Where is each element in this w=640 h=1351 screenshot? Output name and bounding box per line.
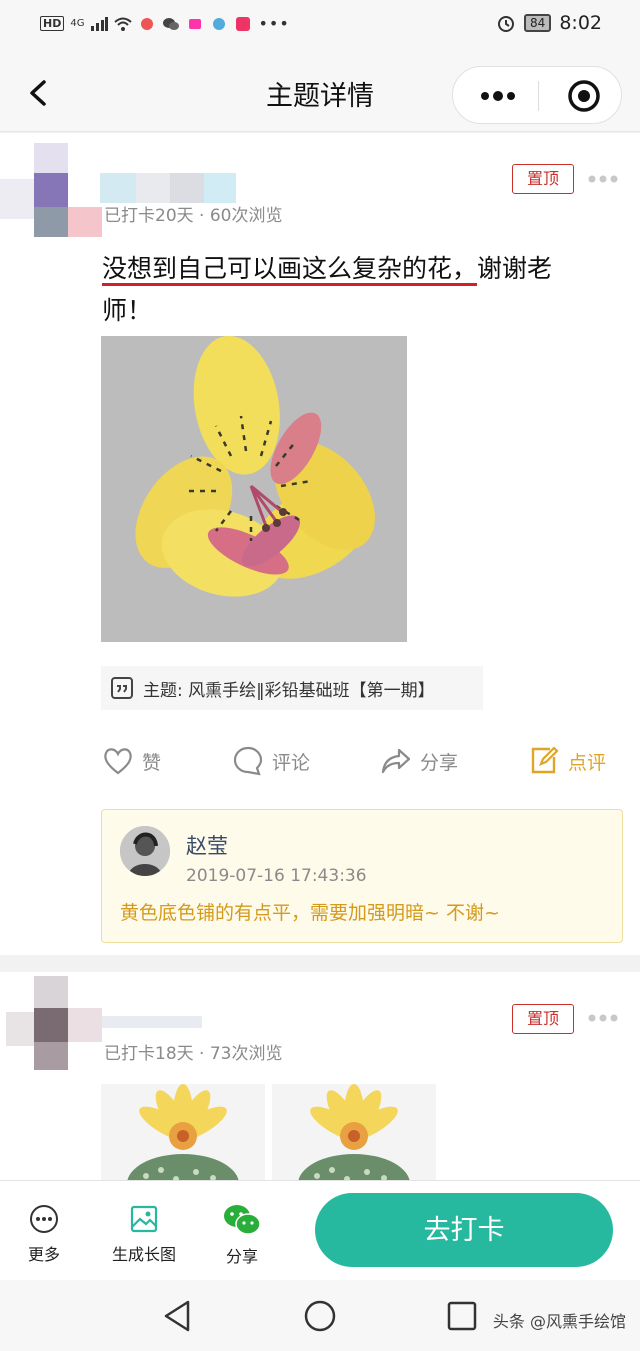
- more-notifications-icon: •••: [258, 14, 290, 33]
- post-meta: 已打卡20天 · 60次浏览: [104, 206, 283, 226]
- system-navigation-bar: 头条 @风熏手绘馆: [0, 1280, 640, 1351]
- more-button[interactable]: 更多: [28, 1203, 60, 1265]
- flower-drawing-image[interactable]: [101, 336, 407, 642]
- share-button[interactable]: 分享: [380, 745, 458, 777]
- comment-label: 评论: [272, 751, 311, 774]
- post-text: 没想到自己可以画这么复杂的花，谢谢老师！: [102, 248, 602, 332]
- heart-icon: [104, 748, 132, 775]
- bottom-toolbar: 更多 生成长图 分享 去打卡: [0, 1180, 640, 1280]
- close-miniprogram-icon[interactable]: [567, 79, 601, 113]
- more-menu-icon[interactable]: [473, 81, 523, 111]
- pinned-badge: 置顶: [512, 164, 574, 194]
- post-text-highlight: 没想到自己可以画这么复杂的花，: [102, 254, 478, 286]
- pinned-badge: 置顶: [512, 1004, 574, 1034]
- post-card: 置顶 已打卡20天 · 60次浏览 没想到自己可以画这么复杂的花，谢谢老师！ 主…: [0, 133, 640, 955]
- wechat-share-button[interactable]: 分享: [222, 1203, 262, 1267]
- post-meta: 已打卡18天 · 73次浏览: [104, 1044, 283, 1064]
- status-bar: HD 4G ••• 84 8:02: [0, 0, 640, 52]
- more-label: 更多: [28, 1245, 61, 1264]
- comment-timestamp: 2019-07-16 17:43:36: [186, 866, 367, 886]
- app2-notification-icon: [189, 18, 202, 29]
- long-image-label: 生成长图: [112, 1245, 177, 1264]
- cactus-drawing-image[interactable]: [101, 1084, 265, 1182]
- wechat-notification-icon: [163, 17, 180, 30]
- share-label: 分享: [225, 1247, 258, 1266]
- review-button[interactable]: 点评: [528, 745, 606, 777]
- checkin-button[interactable]: 去打卡: [315, 1193, 613, 1267]
- nav-bar: 主题详情: [0, 52, 640, 132]
- battery-level: 84: [524, 14, 552, 32]
- post-more-icon[interactable]: [588, 1013, 618, 1023]
- wifi-icon: [114, 17, 133, 31]
- comment-button[interactable]: 评论: [232, 745, 310, 777]
- app3-notification-icon: [213, 17, 226, 30]
- commenter-avatar[interactable]: [120, 826, 170, 876]
- app-notification-icon: [141, 17, 154, 30]
- edit-icon: [531, 746, 559, 774]
- post-more-icon[interactable]: [588, 174, 618, 184]
- post-card: 置顶 已打卡18天 · 73次浏览: [0, 972, 640, 1182]
- teacher-comment: 赵莹 2019-07-16 17:43:36 黄色底色铺的有点平，需要加强明暗~…: [101, 809, 623, 943]
- back-arrow-icon[interactable]: [24, 76, 54, 110]
- cactus-drawing-image[interactable]: [272, 1084, 436, 1182]
- wechat-icon: [224, 1205, 261, 1235]
- signal-icon: [91, 16, 109, 31]
- system-recents-icon[interactable]: [444, 1298, 480, 1334]
- share-arrow-icon: [381, 748, 411, 774]
- status-icons-right: 84 8:02: [496, 12, 602, 34]
- clock: 8:02: [559, 12, 602, 34]
- network-type: 4G: [70, 18, 85, 29]
- status-icons-left: HD 4G •••: [40, 14, 290, 33]
- app4-notification-icon: [236, 16, 251, 31]
- like-label: 赞: [142, 751, 162, 774]
- watermark-text: 头条 @风熏手绘馆: [492, 1312, 626, 1331]
- quote-icon: [111, 677, 133, 699]
- topic-link[interactable]: 主题: 风熏手绘‖彩铅基础班【第一期】: [101, 666, 483, 710]
- system-home-icon[interactable]: [302, 1298, 338, 1334]
- share-label: 分享: [420, 751, 459, 774]
- system-back-icon[interactable]: [160, 1298, 196, 1334]
- review-label: 点评: [568, 751, 607, 774]
- image-icon: [130, 1205, 158, 1233]
- long-image-button[interactable]: 生成长图: [112, 1203, 176, 1265]
- post-actions: 赞 评论 分享 点评: [0, 745, 640, 789]
- more-circle-icon: [30, 1205, 58, 1233]
- alarm-icon: [498, 16, 515, 32]
- comment-bubble-icon: [233, 746, 263, 776]
- like-button[interactable]: 赞: [102, 745, 161, 777]
- topic-label: 主题: 风熏手绘‖彩铅基础班【第一期】: [143, 680, 435, 701]
- capsule-divider: [538, 81, 539, 111]
- hd-icon: HD: [40, 16, 65, 31]
- commenter-name[interactable]: 赵莹: [186, 830, 228, 860]
- miniprogram-capsule: [452, 66, 622, 124]
- comment-text: 黄色底色铺的有点平，需要加强明暗~ 不谢~: [120, 902, 500, 924]
